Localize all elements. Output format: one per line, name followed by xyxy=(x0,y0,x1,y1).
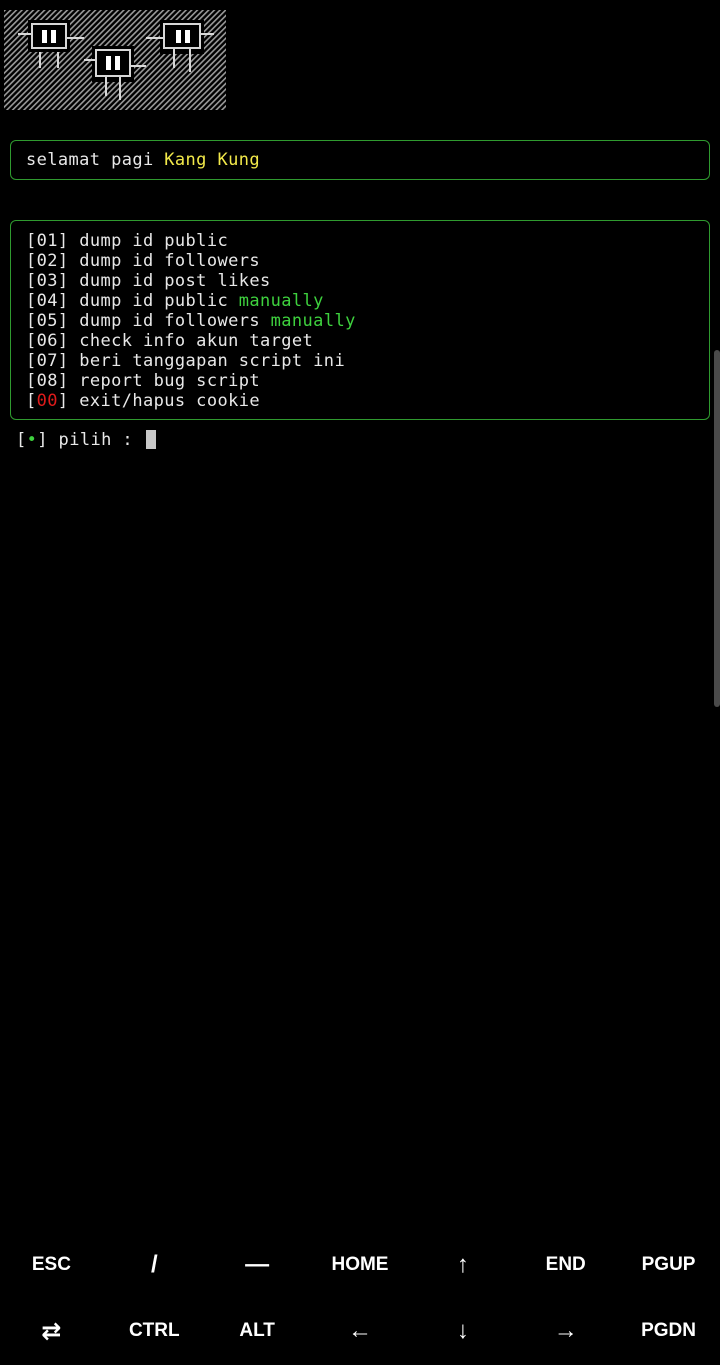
prompt-bracket-open: [ xyxy=(16,430,27,450)
user-name: Kang Kung xyxy=(164,150,260,170)
menu-item-number: 01 xyxy=(36,231,58,251)
menu-item-label: dump id followers xyxy=(79,251,260,271)
greeting-panel: selamat pagi Kang Kung xyxy=(10,140,710,180)
terminal-screen: selamat pagi Kang Kung [01] dump id publ… xyxy=(0,0,720,1365)
menu-list: [01] dump id public [02] dump id followe… xyxy=(26,231,356,411)
menu-item-number: 04 xyxy=(36,291,58,311)
arrow-down-key[interactable]: ↓ xyxy=(411,1298,514,1364)
scrollbar[interactable] xyxy=(714,350,720,707)
slash-key[interactable]: / xyxy=(103,1232,206,1298)
menu-item-label: dump id public xyxy=(79,231,229,251)
menu-item-number: 00 xyxy=(36,391,58,411)
greeting-prefix: selamat pagi xyxy=(26,150,165,170)
menu-item-dump-post-likes: [03] dump id post likes xyxy=(26,271,271,291)
menu-item-label: report bug script xyxy=(79,371,260,391)
menu-item-check-info: [06] check info akun target xyxy=(26,331,314,351)
menu-item-dump-public-manually: [04] dump id public manually xyxy=(26,291,324,311)
menu-item-number: 06 xyxy=(36,331,58,351)
menu-item-label: exit/hapus cookie xyxy=(79,391,260,411)
menu-item-dump-followers-manually: [05] dump id followers manually xyxy=(26,311,356,331)
ctrl-key[interactable]: CTRL xyxy=(103,1298,206,1364)
alt-key[interactable]: ALT xyxy=(206,1298,309,1364)
prompt-dot-icon: • xyxy=(26,430,38,450)
ascii-robots-logo xyxy=(4,10,226,110)
manually-tag: manually xyxy=(270,311,356,331)
input-prompt[interactable]: [•] pilih : xyxy=(16,430,156,450)
menu-item-label: dump id followers xyxy=(79,311,271,331)
menu-item-report-bug: [08] report bug script xyxy=(26,371,260,391)
menu-item-label: dump id post likes xyxy=(79,271,271,291)
menu-item-exit: [00] exit/hapus cookie xyxy=(26,391,260,411)
arrow-left-key[interactable]: ← xyxy=(309,1298,412,1364)
arrow-right-key[interactable]: → xyxy=(514,1298,617,1364)
menu-item-label: dump id public xyxy=(79,291,239,311)
extra-keys-bar: ESC / — HOME ↑ END PGUP ⇄ CTRL ALT ← ↓ →… xyxy=(0,1232,720,1365)
menu-item-number: 02 xyxy=(36,251,58,271)
prompt-bracket-close: ] xyxy=(37,430,48,450)
menu-item-number: 08 xyxy=(36,371,58,391)
manually-tag: manually xyxy=(238,291,324,311)
menu-panel: [01] dump id public [02] dump id followe… xyxy=(10,220,710,420)
arrow-up-key[interactable]: ↑ xyxy=(411,1232,514,1298)
menu-item-dump-followers: [02] dump id followers xyxy=(26,251,260,271)
home-key[interactable]: HOME xyxy=(309,1232,412,1298)
menu-item-number: 05 xyxy=(36,311,58,331)
end-key[interactable]: END xyxy=(514,1232,617,1298)
menu-item-feedback: [07] beri tanggapan script ini xyxy=(26,351,346,371)
menu-item-dump-public: [01] dump id public xyxy=(26,231,229,251)
dash-key[interactable]: — xyxy=(206,1232,309,1298)
greeting-line: selamat pagi Kang Kung xyxy=(26,150,260,170)
pgup-key[interactable]: PGUP xyxy=(617,1232,720,1298)
tab-key[interactable]: ⇄ xyxy=(0,1298,103,1364)
menu-item-number: 03 xyxy=(36,271,58,291)
prompt-label: pilih : xyxy=(47,430,144,450)
menu-item-label: check info akun target xyxy=(79,331,314,351)
esc-key[interactable]: ESC xyxy=(0,1232,103,1298)
text-cursor[interactable] xyxy=(145,430,156,449)
menu-item-label: beri tanggapan script ini xyxy=(79,351,346,371)
pgdn-key[interactable]: PGDN xyxy=(617,1298,720,1364)
menu-item-number: 07 xyxy=(36,351,58,371)
